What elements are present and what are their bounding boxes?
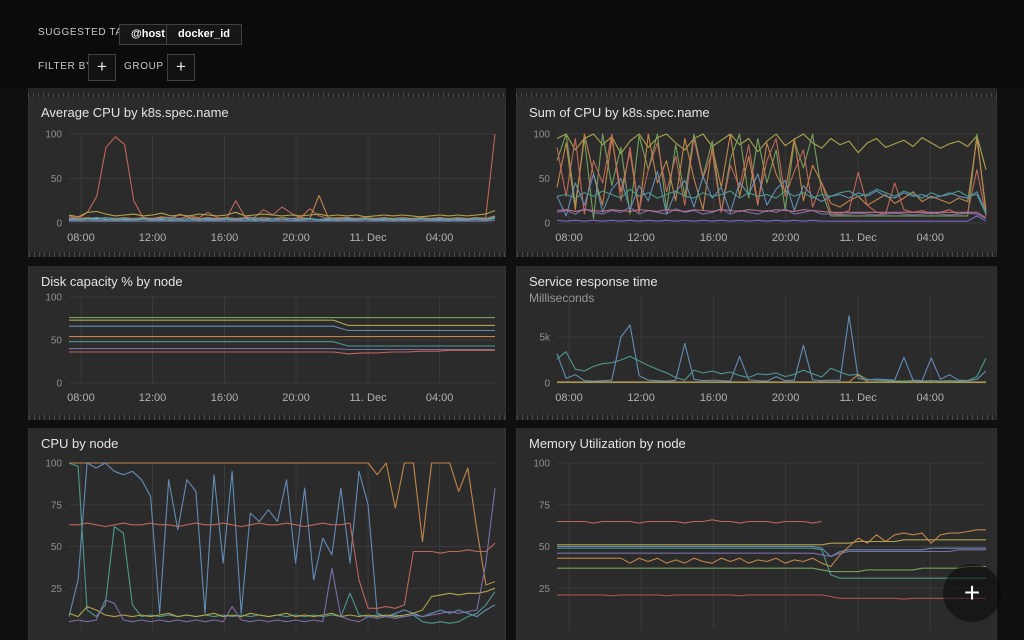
- svg-text:0: 0: [56, 219, 62, 230]
- svg-text:11. Dec: 11. Dec: [840, 232, 878, 244]
- svg-text:04:00: 04:00: [426, 232, 454, 244]
- svg-text:16:00: 16:00: [211, 392, 239, 404]
- svg-text:08:00: 08:00: [555, 232, 583, 244]
- cutoff-panel-sliver: [516, 88, 997, 97]
- svg-text:04:00: 04:00: [916, 232, 944, 244]
- time-ruler: [517, 415, 996, 420]
- svg-text:0: 0: [544, 379, 550, 390]
- svg-text:50: 50: [51, 174, 63, 185]
- svg-text:50: 50: [539, 174, 551, 185]
- panel-service-response-time: Service response time Milliseconds 08:00…: [516, 266, 997, 420]
- svg-text:5k: 5k: [539, 332, 551, 343]
- panel-cpu-by-node: CPU by node 25 50 75 100: [28, 428, 506, 640]
- chart-canvas[interactable]: 25 50 75 100: [517, 428, 996, 640]
- svg-text:100: 100: [45, 130, 62, 141]
- svg-text:50: 50: [51, 542, 63, 553]
- tag-chip-docker-id[interactable]: docker_id: [166, 24, 242, 45]
- svg-text:20:00: 20:00: [772, 232, 800, 244]
- svg-text:12:00: 12:00: [627, 232, 655, 244]
- svg-text:50: 50: [539, 542, 551, 553]
- svg-text:08:00: 08:00: [555, 392, 583, 404]
- svg-text:04:00: 04:00: [916, 392, 944, 404]
- svg-text:12:00: 12:00: [139, 392, 167, 404]
- time-ruler: [29, 252, 505, 257]
- svg-text:75: 75: [539, 500, 551, 511]
- svg-text:50: 50: [51, 336, 63, 347]
- svg-text:25: 25: [51, 584, 63, 595]
- svg-text:11. Dec: 11. Dec: [350, 392, 388, 404]
- svg-text:75: 75: [51, 500, 63, 511]
- time-ruler: [517, 252, 996, 257]
- cutoff-panel-sliver: [28, 88, 506, 97]
- chart-canvas[interactable]: 25 50 75 100: [29, 428, 505, 640]
- panel-disk-capacity: Disk capacity % by node 08:00 12:00 16:00 2…: [28, 266, 506, 420]
- header-bar: SUGGESTED TAGS: @host docker_id FILTER B…: [0, 0, 1024, 88]
- svg-text:100: 100: [533, 459, 550, 470]
- svg-text:11. Dec: 11. Dec: [350, 232, 388, 244]
- chart-canvas[interactable]: 08:00 12:00 16:00 20:00 11. Dec 04:00 0 50 100: [29, 97, 505, 257]
- svg-text:16:00: 16:00: [700, 392, 728, 404]
- svg-text:25: 25: [539, 584, 551, 595]
- svg-text:100: 100: [533, 130, 550, 141]
- svg-text:08:00: 08:00: [67, 392, 95, 404]
- svg-text:100: 100: [45, 459, 62, 470]
- dashboard: SUGGESTED TAGS: @host docker_id FILTER B…: [0, 0, 1024, 640]
- svg-text:04:00: 04:00: [426, 392, 454, 404]
- group-by-add-button[interactable]: +: [167, 54, 195, 81]
- panel-sum-cpu: Sum of CPU by k8s.spec.name 08:00 12:00 16…: [516, 97, 997, 257]
- svg-text:0: 0: [544, 219, 550, 230]
- svg-text:100: 100: [45, 293, 62, 304]
- svg-text:20:00: 20:00: [772, 392, 800, 404]
- time-ruler: [29, 415, 505, 420]
- filter-by-add-button[interactable]: +: [88, 54, 116, 81]
- chart-canvas[interactable]: 08:00 12:00 16:00 20:00 11. Dec 04:00 0 50 100: [517, 97, 996, 257]
- svg-text:11. Dec: 11. Dec: [840, 392, 878, 404]
- svg-text:12:00: 12:00: [139, 232, 167, 244]
- chart-canvas[interactable]: 08:00 12:00 16:00 20:00 11. Dec 04:00 0 5k: [517, 266, 996, 420]
- add-graph-fab-button[interactable]: +: [943, 564, 1001, 622]
- svg-text:20:00: 20:00: [282, 232, 310, 244]
- svg-text:08:00: 08:00: [67, 232, 95, 244]
- svg-text:0: 0: [56, 379, 62, 390]
- svg-text:16:00: 16:00: [211, 232, 239, 244]
- panel-average-cpu: Average CPU by k8s.spec.name 08:00 12:00 1…: [28, 97, 506, 257]
- svg-text:20:00: 20:00: [282, 392, 310, 404]
- chart-canvas[interactable]: 08:00 12:00 16:00 20:00 11. Dec 04:00 0 50 100: [29, 266, 505, 420]
- panel-memory-utilization: Memory Utilization by node 25 50 75 100: [516, 428, 997, 640]
- svg-text:12:00: 12:00: [627, 392, 655, 404]
- svg-text:16:00: 16:00: [700, 232, 728, 244]
